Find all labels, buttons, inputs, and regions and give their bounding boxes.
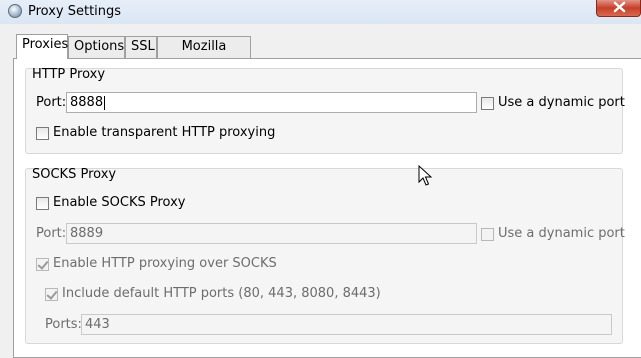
- checkmark-icon: [37, 258, 49, 270]
- http-port-value: 8888: [70, 95, 104, 110]
- socks-dynamic-port-checkbox[interactable]: [481, 228, 494, 241]
- checkmark-icon: [46, 288, 58, 300]
- tab-proxies[interactable]: Proxies: [16, 34, 68, 59]
- include-default-ports-checkbox[interactable]: [45, 288, 58, 301]
- http-dynamic-port-label: Use a dynamic port: [498, 95, 625, 110]
- transparent-proxying-checkbox[interactable]: [36, 127, 49, 140]
- http-port-label: Port:: [36, 95, 67, 110]
- http-over-socks-label: Enable HTTP proxying over SOCKS: [53, 256, 277, 271]
- ports-input[interactable]: 443: [81, 314, 612, 335]
- enable-socks-checkbox[interactable]: [36, 197, 49, 210]
- window-title: Proxy Settings: [28, 4, 122, 19]
- close-icon: [613, 1, 626, 13]
- app-icon: [8, 4, 22, 18]
- transparent-proxying-label: Enable transparent HTTP proxying: [53, 125, 276, 140]
- http-proxy-group-label: HTTP Proxy: [32, 67, 106, 82]
- title-bar: Proxy Settings: [0, 0, 641, 24]
- text-caret: [104, 95, 106, 110]
- socks-proxy-group-label: SOCKS Proxy: [32, 167, 117, 182]
- include-default-ports-label: Include default HTTP ports (80, 443, 808…: [62, 286, 381, 301]
- close-button[interactable]: [596, 0, 641, 17]
- http-port-input[interactable]: 8888: [66, 92, 477, 113]
- http-over-socks-checkbox[interactable]: [36, 258, 49, 271]
- socks-port-label: Port:: [36, 226, 67, 241]
- tab-options[interactable]: Options: [68, 36, 125, 58]
- tab-ssl[interactable]: SSL: [125, 36, 157, 58]
- socks-port-input[interactable]: 8889: [66, 223, 477, 244]
- tab-mozilla-firefox[interactable]: Mozilla Firefox: [157, 36, 251, 74]
- enable-socks-label: Enable SOCKS Proxy: [53, 195, 186, 210]
- mouse-pointer-icon: [418, 165, 432, 186]
- http-dynamic-port-checkbox[interactable]: [481, 97, 494, 110]
- socks-dynamic-port-label: Use a dynamic port: [498, 226, 625, 241]
- ports-label: Ports:: [45, 317, 82, 332]
